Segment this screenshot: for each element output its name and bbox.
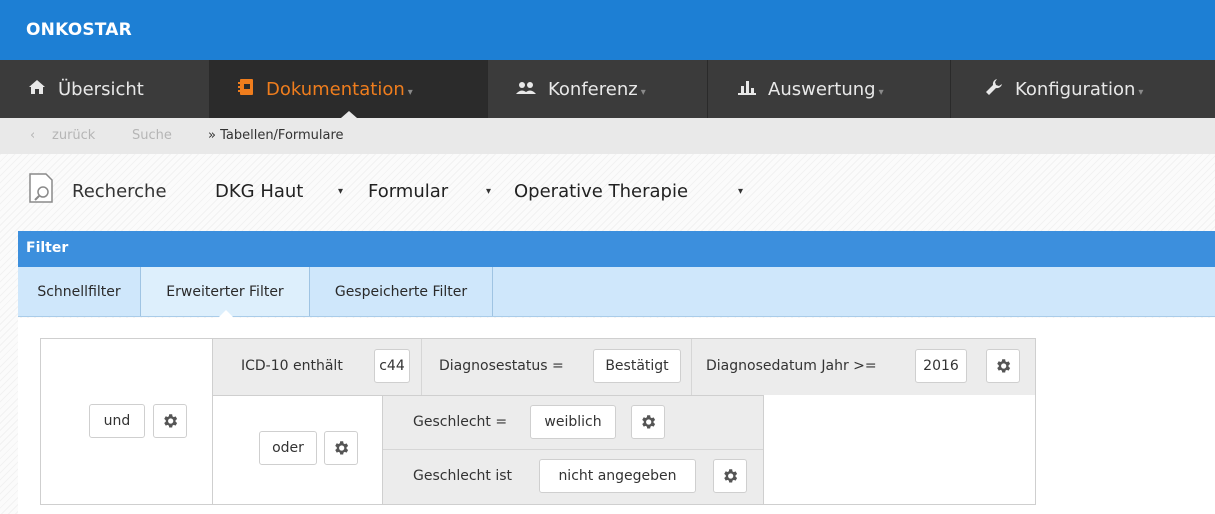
main-nav: Übersicht Dokumentation ▾ Konferenz ▾ Au… [0,60,1215,118]
notebook-icon [238,78,254,101]
tab-label: Schnellfilter [37,283,121,300]
condition-label: Geschlecht ist [413,468,513,484]
breadcrumb-current[interactable]: » Tabellen/Formulare [208,128,344,143]
home-icon [28,79,46,100]
active-pointer [340,111,357,118]
nav-item-uebersicht[interactable]: Übersicht [0,60,210,118]
filter-header: Filter [18,231,1215,267]
brand-bar [0,0,1215,60]
nav-item-label: Konferenz [548,78,638,100]
gear-icon[interactable] [324,431,358,465]
recherche-label[interactable]: Recherche [72,181,167,202]
document-search-icon [28,172,58,204]
value-text: c44 [379,358,405,374]
nav-item-label: Dokumentation [266,78,405,100]
nav-item-konferenz[interactable]: Konferenz ▾ [488,60,708,118]
chevron-down-icon: ▾ [878,86,884,98]
back-link[interactable]: zurück [52,128,95,143]
people-icon [516,79,536,100]
nav-item-auswertung[interactable]: Auswertung ▾ [708,60,951,118]
divider [421,339,422,395]
nav-item-label: Auswertung [768,78,876,100]
chevron-down-icon: ▾ [1138,86,1144,98]
search-link[interactable]: Suche [132,128,172,143]
nav-item-konfiguration[interactable]: Konfiguration ▾ [951,60,1215,118]
tab-gespeicherte-filter[interactable]: Gespeicherte Filter [310,267,493,316]
sub-operator-select[interactable]: oder [259,431,317,465]
condition-value[interactable]: weiblich [530,405,616,439]
brand-logo: ONKOSTAR [26,20,132,40]
chevron-down-icon[interactable]: ▾ [486,186,491,197]
root-operator-select[interactable]: und [89,404,145,438]
gear-icon[interactable] [153,404,187,438]
chevron-down-icon[interactable]: ▾ [738,186,743,197]
sub-operator-cell: oder [213,395,383,504]
bar-chart-icon [738,79,756,100]
condition-label: Diagnosestatus = [439,358,564,374]
condition-label: Geschlecht = [413,414,508,430]
divider [763,395,764,504]
root-operator-cell: und [41,339,213,504]
value-text: weiblich [544,414,602,430]
condition-value[interactable]: nicht angegeben [539,459,696,493]
tab-label: Erweiterter Filter [166,283,284,300]
tab-erweiterter-filter[interactable]: Erweiterter Filter [141,267,310,316]
condition-value[interactable]: c44 [374,349,410,383]
tab-schnellfilter[interactable]: Schnellfilter [18,267,141,316]
nav-item-label: Übersicht [58,78,144,100]
sub-condition-row: Geschlecht = weiblich [383,395,763,450]
value-text: nicht angegeben [558,468,677,484]
select-form[interactable]: Operative Therapie [514,181,688,202]
filter-tree: und ICD-10 enthält c44 Diagnosestatus = … [40,338,1036,505]
back-chevron-icon[interactable]: ‹ [30,128,35,143]
filter-title: Filter [26,240,69,256]
nav-item-dokumentation[interactable]: Dokumentation ▾ [210,60,488,118]
chevron-down-icon: ▾ [407,86,413,98]
value-text: 2016 [923,358,959,374]
gear-icon[interactable] [713,459,747,493]
condition-label: Diagnosedatum Jahr >= [706,358,877,374]
nav-item-label: Konfiguration [1015,78,1136,100]
active-tab-pointer [218,310,234,318]
filter-tabs: Schnellfilter Erweiterter Filter Gespeic… [18,267,1215,317]
condition-label: ICD-10 enthält [241,358,343,374]
operator-label: und [103,413,131,429]
tab-label: Gespeicherte Filter [334,283,468,300]
divider [691,339,692,395]
gear-icon[interactable] [986,349,1020,383]
condition-value[interactable]: Bestätigt [593,349,681,383]
gear-icon[interactable] [631,405,665,439]
chevron-down-icon: ▾ [640,86,646,98]
chevron-down-icon[interactable]: ▾ [338,186,343,197]
select-type[interactable]: Formular [368,181,448,202]
operator-label: oder [272,440,304,456]
wrench-icon [985,78,1003,101]
sub-condition-row: Geschlecht ist nicht angegeben [383,450,763,504]
condition-row: ICD-10 enthält c44 Diagnosestatus = Best… [213,339,1035,395]
value-text: Bestätigt [605,358,669,374]
breadcrumb: ‹ zurück Suche » Tabellen/Formulare [0,118,1215,154]
condition-value[interactable]: 2016 [915,349,967,383]
select-entity[interactable]: DKG Haut [215,181,303,202]
